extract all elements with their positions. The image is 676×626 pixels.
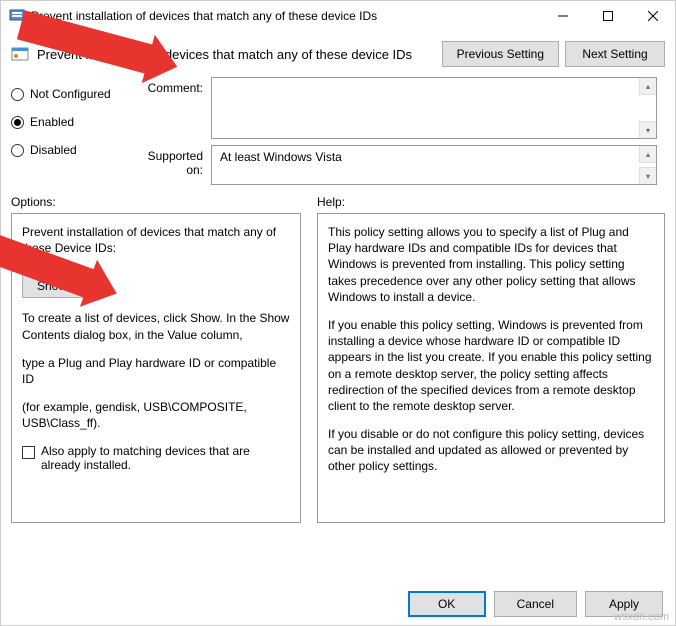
apply-button[interactable]: Apply [585, 591, 663, 617]
help-panel: This policy setting allows you to specif… [317, 213, 665, 523]
scroll-up-icon[interactable]: ▴ [639, 146, 656, 163]
comment-textarea[interactable]: ▴ ▾ [211, 77, 657, 139]
options-text: type a Plug and Play hardware ID or comp… [22, 355, 290, 387]
main-columns: Options: Prevent installation of devices… [1, 185, 675, 533]
state-section: Not Configured Enabled Disabled Comment:… [1, 73, 675, 185]
radio-disabled[interactable]: Disabled [11, 143, 131, 157]
titlebar: Prevent installation of devices that mat… [1, 1, 675, 31]
policy-editor-icon [9, 8, 25, 24]
radio-label: Disabled [30, 143, 77, 157]
close-button[interactable] [630, 1, 675, 31]
radio-icon [11, 144, 24, 157]
checkbox-label: Also apply to matching devices that are … [41, 444, 290, 472]
also-apply-checkbox-row[interactable]: Also apply to matching devices that are … [22, 444, 290, 472]
next-setting-button[interactable]: Next Setting [565, 41, 665, 67]
minimize-button[interactable] [540, 1, 585, 31]
options-text: (for example, gendisk, USB\COMPOSITE, US… [22, 399, 290, 431]
supported-on-box: At least Windows Vista ▴ ▾ [211, 145, 657, 185]
supported-on-value: At least Windows Vista [220, 150, 342, 164]
ok-button[interactable]: OK [408, 591, 486, 617]
policy-title: Prevent installation of devices that mat… [37, 47, 434, 62]
options-text: To create a list of devices, click Show.… [22, 310, 290, 342]
options-label: Options: [11, 195, 301, 209]
scroll-up-icon[interactable]: ▴ [639, 78, 656, 95]
window-controls [540, 1, 675, 31]
help-label: Help: [317, 195, 665, 209]
radio-enabled[interactable]: Enabled [11, 115, 131, 129]
radio-icon [11, 116, 24, 129]
radio-not-configured[interactable]: Not Configured [11, 87, 131, 101]
scroll-down-icon[interactable]: ▾ [639, 121, 656, 138]
options-panel: Prevent installation of devices that mat… [11, 213, 301, 523]
policy-icon [11, 45, 29, 63]
radio-label: Not Configured [30, 87, 111, 101]
window-title: Prevent installation of devices that mat… [31, 9, 540, 23]
radio-label: Enabled [30, 115, 74, 129]
comment-label: Comment: [131, 77, 211, 95]
help-text: This policy setting allows you to specif… [328, 224, 654, 305]
previous-setting-button[interactable]: Previous Setting [442, 41, 559, 67]
maximize-button[interactable] [585, 1, 630, 31]
checkbox-icon[interactable] [22, 446, 35, 459]
help-text: If you enable this policy setting, Windo… [328, 317, 654, 414]
show-button[interactable]: Show... [22, 274, 91, 298]
footer-buttons: OK Cancel Apply [408, 591, 663, 617]
supported-on-label: Supported on: [131, 145, 211, 177]
help-text: If you disable or do not configure this … [328, 426, 654, 475]
options-description: Prevent installation of devices that mat… [22, 224, 290, 256]
scroll-down-icon[interactable]: ▾ [639, 167, 656, 184]
header-row: Prevent installation of devices that mat… [1, 31, 675, 73]
radio-icon [11, 88, 24, 101]
cancel-button[interactable]: Cancel [494, 591, 577, 617]
